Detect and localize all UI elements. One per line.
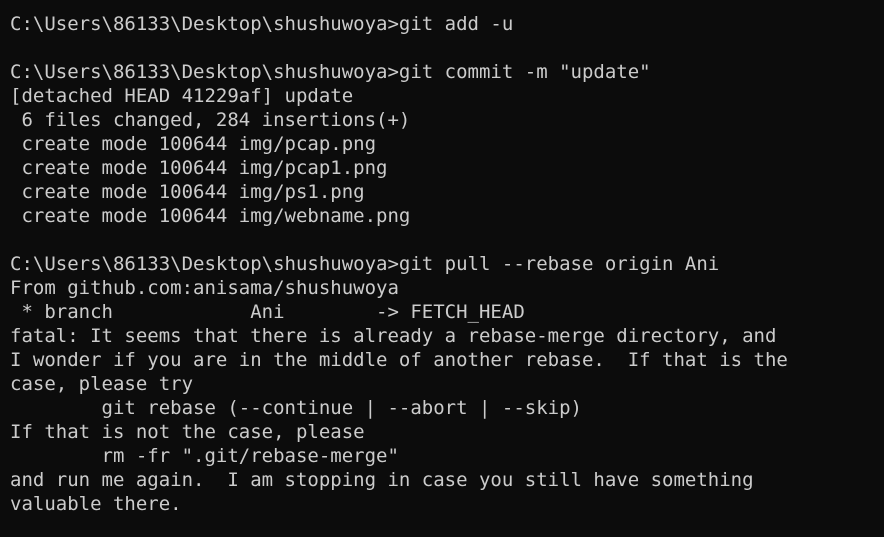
terminal-line-error-message: I wonder if you are in the middle of ano… [10, 349, 788, 371]
terminal-line-prompt-git-commit: C:\Users\86133\Desktop\shushuwoya>git co… [10, 61, 651, 83]
terminal-line-suggested-command: git rebase (--continue | --abort | --ski… [10, 397, 582, 419]
terminal-line-prompt-git-pull: C:\Users\86133\Desktop\shushuwoya>git pu… [10, 253, 720, 275]
terminal-line-files-changed: 6 files changed, 284 insertions(+) [10, 109, 411, 131]
terminal-line-create-mode: create mode 100644 img/pcap.png [10, 133, 377, 155]
terminal-line-branch-fetch: * branch Ani -> FETCH_HEAD [10, 301, 525, 323]
terminal-line-error-message: If that is not the case, please [10, 421, 365, 443]
terminal-line-create-mode: create mode 100644 img/webname.png [10, 205, 411, 227]
terminal-line-create-mode: create mode 100644 img/pcap1.png [10, 157, 388, 179]
terminal-line-suggested-command: rm -fr ".git/rebase-merge" [10, 445, 399, 467]
terminal-line-commit-summary: [detached HEAD 41229af] update [10, 85, 354, 107]
terminal-line-error-message: valuable there. [10, 493, 182, 515]
terminal-output[interactable]: C:\Users\86133\Desktop\shushuwoya>git ad… [0, 0, 884, 537]
terminal-line-error-message: case, please try [10, 373, 194, 395]
terminal-line-fatal-error: fatal: It seems that there is already a … [10, 325, 777, 347]
terminal-line-remote-source: From github.com:anisama/shushuwoya [10, 277, 399, 299]
terminal-line-error-message: and run me again. I am stopping in case … [10, 469, 754, 491]
terminal-line-prompt-git-add: C:\Users\86133\Desktop\shushuwoya>git ad… [10, 13, 514, 35]
terminal-line-create-mode: create mode 100644 img/ps1.png [10, 181, 365, 203]
